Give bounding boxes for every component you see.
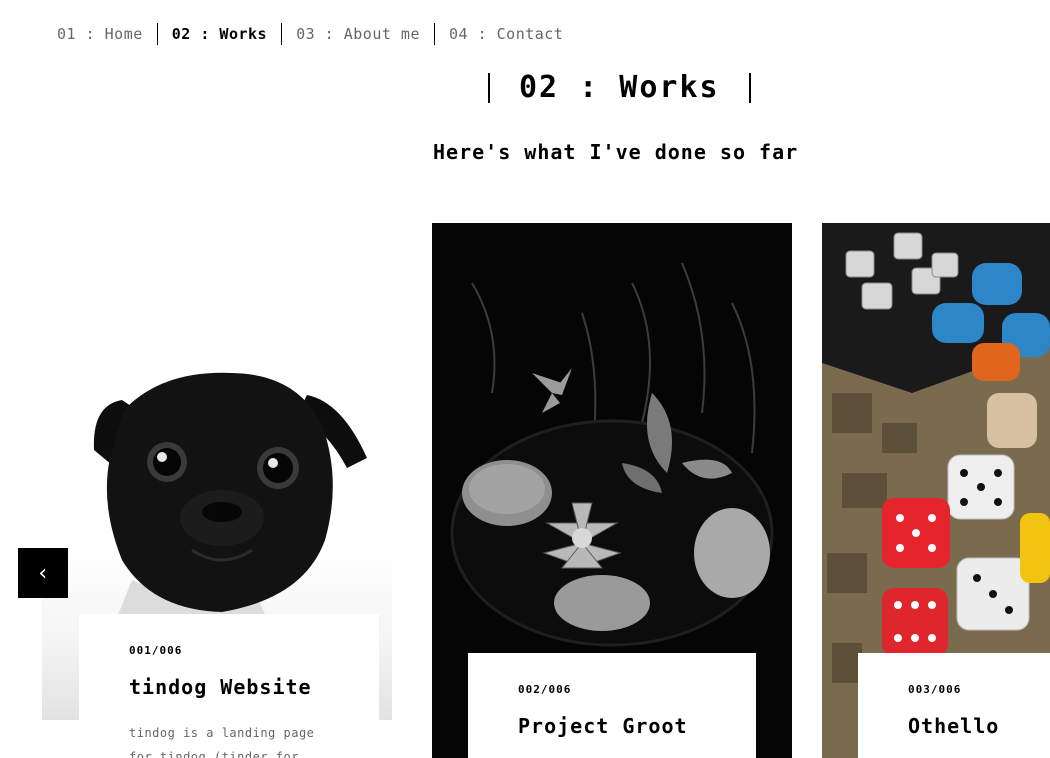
nav-item-contact[interactable]: 04 : Contact [435,22,577,46]
card-info-panel: 001/006 tindog Website tindog is a landi… [79,614,379,758]
card-number: 001/006 [129,644,183,657]
section-title: 02 : Works [488,72,751,104]
card-info-panel: 003/006 Othello [858,653,1050,758]
page-title: 02 : Works [519,70,720,105]
card-title[interactable]: tindog Website [129,675,379,699]
card-info-panel: 002/006 Project Groot [468,653,756,758]
page-subtitle: Here's what I've done so far [433,140,799,164]
card-description: tindog is a landing page for tindog (tin… [129,726,315,758]
chevron-left-icon: ‹ [36,560,50,586]
card-title[interactable]: Project Groot [518,714,756,738]
card-number: 003/006 [908,683,962,696]
title-right-bar [748,73,751,103]
carousel-prev-button[interactable]: ‹ [18,548,68,598]
card-number: 002/006 [518,683,572,696]
project-card-groot[interactable]: 002/006 Project Groot [432,223,792,758]
nav-item-about[interactable]: 03 : About me [282,22,434,46]
project-card-othello[interactable]: 003/006 Othello [822,223,1050,758]
nav-item-home[interactable]: 01 : Home [57,22,157,46]
card-title[interactable]: Othello [908,714,1050,738]
nav-item-works[interactable]: 02 : Works [158,22,281,46]
main-nav: 01 : Home 02 : Works 03 : About me 04 : … [57,22,577,46]
project-card-tindog[interactable]: 001/006 tindog Website tindog is a landi… [42,340,392,758]
